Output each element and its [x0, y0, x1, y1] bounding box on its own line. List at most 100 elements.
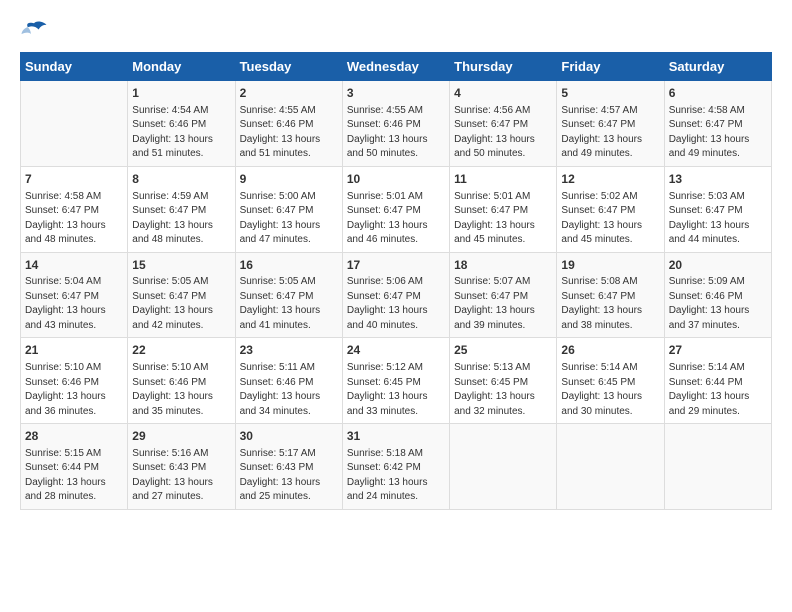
day-number: 23	[240, 342, 338, 359]
day-number: 15	[132, 257, 230, 274]
day-info: Sunrise: 5:09 AM Sunset: 6:46 PM Dayligh…	[669, 275, 767, 333]
calendar-header: SundayMondayTuesdayWednesdayThursdayFrid…	[21, 53, 772, 81]
day-info: Sunrise: 5:10 AM Sunset: 6:46 PM Dayligh…	[132, 361, 230, 419]
day-cell: 30 Sunrise: 5:17 AM Sunset: 6:43 PM Dayli…	[235, 424, 342, 510]
day-cell: 2 Sunrise: 4:55 AM Sunset: 6:46 PM Daylig…	[235, 81, 342, 167]
day-info: Sunrise: 5:01 AM Sunset: 6:47 PM Dayligh…	[347, 190, 445, 248]
day-number: 26	[561, 342, 659, 359]
day-number: 17	[347, 257, 445, 274]
logo-bird-icon	[20, 20, 48, 42]
day-info: Sunrise: 5:02 AM Sunset: 6:47 PM Dayligh…	[561, 190, 659, 248]
day-number: 6	[669, 85, 767, 102]
day-cell: 27Sunrise: 5:14 AM Sunset: 6:44 PM Dayli…	[664, 338, 771, 424]
header-friday: Friday	[557, 53, 664, 81]
day-cell: 10 Sunrise: 5:01 AM Sunset: 6:47 PM Dayli…	[342, 166, 449, 252]
day-cell: 12 Sunrise: 5:02 AM Sunset: 6:47 PM Dayli…	[557, 166, 664, 252]
day-number: 28	[25, 428, 123, 445]
day-cell: 31Sunrise: 5:18 AM Sunset: 6:42 PM Dayli…	[342, 424, 449, 510]
day-number: 3	[347, 85, 445, 102]
day-info: Sunrise: 4:58 AM Sunset: 6:47 PM Dayligh…	[25, 190, 123, 248]
day-info: Sunrise: 4:56 AM Sunset: 6:47 PM Dayligh…	[454, 104, 552, 162]
day-number: 4	[454, 85, 552, 102]
day-info: Sunrise: 5:05 AM Sunset: 6:47 PM Dayligh…	[132, 275, 230, 333]
day-info: Sunrise: 5:04 AM Sunset: 6:47 PM Dayligh…	[25, 275, 123, 333]
week-row-5: 28 Sunrise: 5:15 AM Sunset: 6:44 PM Dayli…	[21, 424, 772, 510]
header-sunday: Sunday	[21, 53, 128, 81]
day-info: Sunrise: 5:06 AM Sunset: 6:47 PM Dayligh…	[347, 275, 445, 333]
day-number: 7	[25, 171, 123, 188]
day-cell: 21 Sunrise: 5:10 AM Sunset: 6:46 PM Dayli…	[21, 338, 128, 424]
day-info: Sunrise: 5:12 AM Sunset: 6:45 PM Dayligh…	[347, 361, 445, 419]
header-wednesday: Wednesday	[342, 53, 449, 81]
calendar-body: 1 Sunrise: 4:54 AM Sunset: 6:46 PM Daylig…	[21, 81, 772, 510]
day-number: 29	[132, 428, 230, 445]
day-cell: 14Sunrise: 5:04 AM Sunset: 6:47 PM Dayli…	[21, 252, 128, 338]
day-cell: 25Sunrise: 5:13 AM Sunset: 6:45 PM Dayli…	[450, 338, 557, 424]
day-number: 18	[454, 257, 552, 274]
day-cell: 4 Sunrise: 4:56 AM Sunset: 6:47 PM Daylig…	[450, 81, 557, 167]
day-info: Sunrise: 4:58 AM Sunset: 6:47 PM Dayligh…	[669, 104, 767, 162]
week-row-4: 21 Sunrise: 5:10 AM Sunset: 6:46 PM Dayli…	[21, 338, 772, 424]
day-number: 8	[132, 171, 230, 188]
day-info: Sunrise: 5:00 AM Sunset: 6:47 PM Dayligh…	[240, 190, 338, 248]
day-info: Sunrise: 4:57 AM Sunset: 6:47 PM Dayligh…	[561, 104, 659, 162]
day-number: 10	[347, 171, 445, 188]
day-cell: 26 Sunrise: 5:14 AM Sunset: 6:45 PM Dayli…	[557, 338, 664, 424]
day-cell: 20Sunrise: 5:09 AM Sunset: 6:46 PM Dayli…	[664, 252, 771, 338]
day-number: 13	[669, 171, 767, 188]
day-cell	[450, 424, 557, 510]
day-info: Sunrise: 5:16 AM Sunset: 6:43 PM Dayligh…	[132, 447, 230, 505]
day-info: Sunrise: 5:14 AM Sunset: 6:45 PM Dayligh…	[561, 361, 659, 419]
day-cell: 15Sunrise: 5:05 AM Sunset: 6:47 PM Dayli…	[128, 252, 235, 338]
header-tuesday: Tuesday	[235, 53, 342, 81]
day-cell: 24Sunrise: 5:12 AM Sunset: 6:45 PM Dayli…	[342, 338, 449, 424]
day-number: 21	[25, 342, 123, 359]
day-number: 1	[132, 85, 230, 102]
day-cell	[557, 424, 664, 510]
header-thursday: Thursday	[450, 53, 557, 81]
day-cell: 17Sunrise: 5:06 AM Sunset: 6:47 PM Dayli…	[342, 252, 449, 338]
day-info: Sunrise: 5:10 AM Sunset: 6:46 PM Dayligh…	[25, 361, 123, 419]
day-cell: 3 Sunrise: 4:55 AM Sunset: 6:46 PM Daylig…	[342, 81, 449, 167]
day-number: 11	[454, 171, 552, 188]
day-cell: 13Sunrise: 5:03 AM Sunset: 6:47 PM Dayli…	[664, 166, 771, 252]
week-row-3: 14Sunrise: 5:04 AM Sunset: 6:47 PM Dayli…	[21, 252, 772, 338]
day-info: Sunrise: 4:54 AM Sunset: 6:46 PM Dayligh…	[132, 104, 230, 162]
day-number: 20	[669, 257, 767, 274]
day-number: 22	[132, 342, 230, 359]
day-cell: 16Sunrise: 5:05 AM Sunset: 6:47 PM Dayli…	[235, 252, 342, 338]
day-number: 5	[561, 85, 659, 102]
day-cell: 28 Sunrise: 5:15 AM Sunset: 6:44 PM Dayli…	[21, 424, 128, 510]
day-cell: 18Sunrise: 5:07 AM Sunset: 6:47 PM Dayli…	[450, 252, 557, 338]
day-info: Sunrise: 5:14 AM Sunset: 6:44 PM Dayligh…	[669, 361, 767, 419]
day-cell: 8 Sunrise: 4:59 AM Sunset: 6:47 PM Daylig…	[128, 166, 235, 252]
day-info: Sunrise: 4:55 AM Sunset: 6:46 PM Dayligh…	[347, 104, 445, 162]
day-cell: 19Sunrise: 5:08 AM Sunset: 6:47 PM Dayli…	[557, 252, 664, 338]
day-info: Sunrise: 4:59 AM Sunset: 6:47 PM Dayligh…	[132, 190, 230, 248]
day-info: Sunrise: 5:05 AM Sunset: 6:47 PM Dayligh…	[240, 275, 338, 333]
day-number: 9	[240, 171, 338, 188]
day-number: 2	[240, 85, 338, 102]
day-cell: 9 Sunrise: 5:00 AM Sunset: 6:47 PM Daylig…	[235, 166, 342, 252]
header-monday: Monday	[128, 53, 235, 81]
day-info: Sunrise: 5:11 AM Sunset: 6:46 PM Dayligh…	[240, 361, 338, 419]
logo	[20, 20, 52, 42]
day-info: Sunrise: 4:55 AM Sunset: 6:46 PM Dayligh…	[240, 104, 338, 162]
header-row: SundayMondayTuesdayWednesdayThursdayFrid…	[21, 53, 772, 81]
day-number: 31	[347, 428, 445, 445]
day-cell: 5 Sunrise: 4:57 AM Sunset: 6:47 PM Daylig…	[557, 81, 664, 167]
day-cell: 11Sunrise: 5:01 AM Sunset: 6:47 PM Dayli…	[450, 166, 557, 252]
page-header	[20, 20, 772, 42]
day-number: 19	[561, 257, 659, 274]
week-row-2: 7 Sunrise: 4:58 AM Sunset: 6:47 PM Daylig…	[21, 166, 772, 252]
day-number: 30	[240, 428, 338, 445]
week-row-1: 1 Sunrise: 4:54 AM Sunset: 6:46 PM Daylig…	[21, 81, 772, 167]
day-number: 12	[561, 171, 659, 188]
day-info: Sunrise: 5:17 AM Sunset: 6:43 PM Dayligh…	[240, 447, 338, 505]
calendar-table: SundayMondayTuesdayWednesdayThursdayFrid…	[20, 52, 772, 510]
header-saturday: Saturday	[664, 53, 771, 81]
day-cell: 7 Sunrise: 4:58 AM Sunset: 6:47 PM Daylig…	[21, 166, 128, 252]
day-cell: 6 Sunrise: 4:58 AM Sunset: 6:47 PM Daylig…	[664, 81, 771, 167]
day-cell: 1 Sunrise: 4:54 AM Sunset: 6:46 PM Daylig…	[128, 81, 235, 167]
day-info: Sunrise: 5:15 AM Sunset: 6:44 PM Dayligh…	[25, 447, 123, 505]
